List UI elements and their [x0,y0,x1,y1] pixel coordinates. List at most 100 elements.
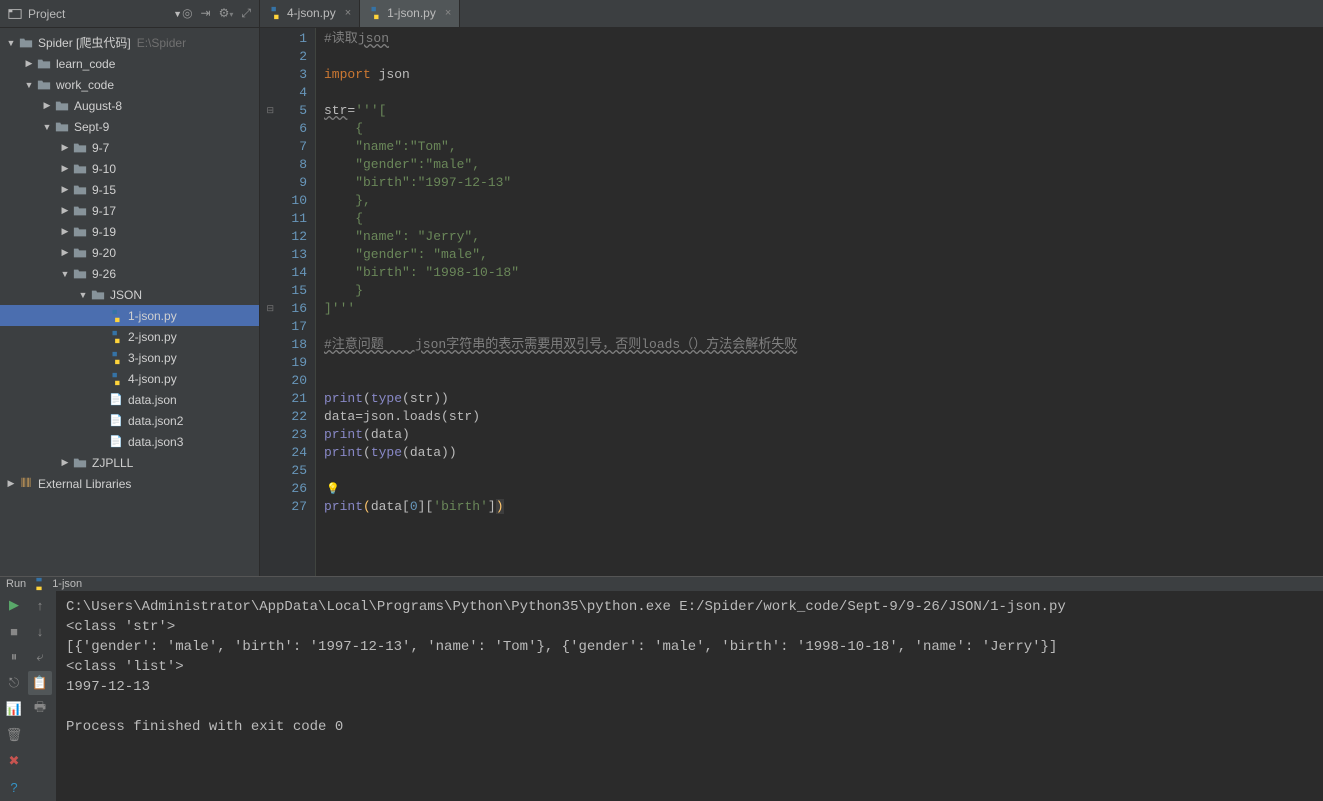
code-line-10[interactable]: }, [324,192,1323,210]
tree-arrow[interactable]: ▶ [22,58,36,69]
file-2-json-py[interactable]: 2-json.py [0,326,259,347]
folder-9-7[interactable]: ▶9-7 [0,137,259,158]
file-data-json3[interactable]: 📄data.json3 [0,431,259,452]
code-line-19[interactable] [324,354,1323,372]
tree-label: 3-json.py [128,351,177,365]
code[interactable]: #读取json import json str='''[ { "name":"Tom… [316,28,1323,576]
code-line-24[interactable]: print(type(data)) [324,444,1323,462]
code-line-2[interactable] [324,48,1323,66]
hide-icon[interactable]: ⤢ [241,6,251,21]
close-tab-icon[interactable]: × [345,7,351,19]
settings-icon[interactable]: ⚙▾ [219,6,234,21]
external-libraries[interactable]: ▶⦀⦀External Libraries [0,473,259,494]
dump-button[interactable]: 📊 [2,697,26,721]
exit-button[interactable]: ⎋ [2,671,26,695]
print-button[interactable]: 🖶 [28,697,52,721]
tree-arrow[interactable]: ▼ [22,80,36,90]
file-4-json-py[interactable]: 4-json.py [0,368,259,389]
console-output[interactable]: C:\Users\Administrator\AppData\Local\Pro… [56,591,1323,801]
close-red-button[interactable]: ✖ [2,749,26,773]
tree-icon [54,119,70,135]
code-line-6[interactable]: { [324,120,1323,138]
tree-label: 9-15 [92,183,116,197]
wrap-button[interactable]: ⤶ [28,645,52,669]
folder-zjplll[interactable]: ▶ ZJPLLL [0,452,259,473]
code-line-4[interactable] [324,84,1323,102]
file-data-json[interactable]: 📄data.json [0,389,259,410]
tree-icon [18,35,34,51]
tree-arrow[interactable]: ▶ [40,100,54,111]
close-tab-icon[interactable]: × [445,7,451,19]
file-3-json-py[interactable]: 3-json.py [0,347,259,368]
down-button[interactable]: ↓ [28,619,52,643]
target-icon[interactable]: ◎ [182,6,192,21]
tree-arrow[interactable]: ▶ [58,205,72,216]
tree-icon: ⦀⦀ [18,476,34,492]
code-line-14[interactable]: "birth": "1998-10-18" [324,264,1323,282]
code-line-20[interactable] [324,372,1323,390]
tree-arrow[interactable]: ▶ [58,457,72,468]
tree-arrow[interactable]: ▶ [58,163,72,174]
pause-button[interactable]: ⏸ [2,645,26,669]
code-line-17[interactable] [324,318,1323,336]
folder-9-10[interactable]: ▶9-10 [0,158,259,179]
tree-arrow[interactable]: ▼ [4,38,18,48]
code-line-23[interactable]: print(data) [324,426,1323,444]
dropdown-icon[interactable]: ▼ [173,9,182,19]
code-line-15[interactable]: } [324,282,1323,300]
trash-button[interactable]: 🗑 [2,723,26,747]
tree-label: Sept-9 [74,120,109,134]
tree-arrow[interactable]: ▶ [4,478,18,489]
code-line-16[interactable]: ]''' [324,300,1323,318]
code-line-21[interactable]: print(type(str)) [324,390,1323,408]
tree-label: ZJPLLL [92,456,133,470]
folder-9-20[interactable]: ▶ 9-20 [0,242,259,263]
tree-label: August-8 [74,99,122,113]
file-data-json2[interactable]: 📄data.json2 [0,410,259,431]
folder-work-code[interactable]: ▼work_code [0,74,259,95]
folder-9-19[interactable]: ▶9-19 [0,221,259,242]
tree-label: 9-20 [92,246,116,260]
folder-json[interactable]: ▼JSON [0,284,259,305]
code-line-7[interactable]: "name":"Tom", [324,138,1323,156]
tab-1[interactable]: 1-json.py× [360,0,460,27]
file-1-json-py[interactable]: 1-json.py [0,305,259,326]
folder-9-17[interactable]: ▶9-17 [0,200,259,221]
code-line-22[interactable]: data=json.loads(str) [324,408,1323,426]
up-button[interactable]: ↑ [28,593,52,617]
code-line-8[interactable]: "gender":"male", [324,156,1323,174]
tree-arrow[interactable]: ▼ [58,269,72,279]
code-line-3[interactable]: import json [324,66,1323,84]
folder-august[interactable]: ▶ August-8 [0,95,259,116]
code-line-13[interactable]: "gender": "male", [324,246,1323,264]
tree-arrow[interactable]: ▼ [76,290,90,300]
scroll-button[interactable]: 📋 [28,671,52,695]
code-line-9[interactable]: "birth":"1997-12-13" [324,174,1323,192]
sidebar-title[interactable]: Project [28,7,169,21]
code-line-1[interactable]: #读取json [324,30,1323,48]
folder-learn-code[interactable]: ▶learn_code [0,53,259,74]
folder-9-15[interactable]: ▶ 9-15 [0,179,259,200]
folder-sept[interactable]: ▼ Sept-9 [0,116,259,137]
code-line-26[interactable]: 💡 [324,480,1323,498]
tree-arrow[interactable]: ▼ [40,122,54,132]
tree-arrow[interactable]: ▶ [58,226,72,237]
code-line-12[interactable]: "name": "Jerry", [324,228,1323,246]
rerun-button[interactable]: ▶ [2,593,26,617]
code-line-25[interactable] [324,462,1323,480]
blank2 [28,749,52,773]
tree-arrow[interactable]: ▶ [58,247,72,258]
stop-button[interactable]: ■ [2,619,26,643]
code-line-11[interactable]: { [324,210,1323,228]
code-line-27[interactable]: print(data[0]['birth']) [324,498,1323,516]
tab-0[interactable]: 4-json.py× [260,0,360,27]
folder-9-26[interactable]: ▼9-26 [0,263,259,284]
tree-icon [36,56,52,72]
code-line-18[interactable]: #注意问题 json字符串的表示需要用双引号，否则loads（）方法会解析失败 [324,336,1323,354]
tree-arrow[interactable]: ▶ [58,184,72,195]
collapse-icon[interactable]: ⇥ [201,6,211,21]
help-button[interactable]: ? [2,775,26,799]
project-root[interactable]: ▼Spider [爬虫代码]E:\Spider [0,32,259,53]
code-line-5[interactable]: str='''[ [324,102,1323,120]
tree-arrow[interactable]: ▶ [58,142,72,153]
